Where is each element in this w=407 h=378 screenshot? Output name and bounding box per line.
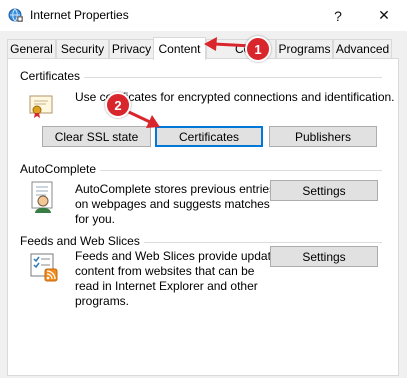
tab-label: Content: [158, 42, 201, 56]
tab-general[interactable]: General: [7, 39, 56, 58]
certificate-icon: [29, 95, 53, 118]
feeds-description: Feeds and Web Slices provide updated con…: [75, 249, 284, 309]
description-line: on webpages and suggests matches: [75, 197, 270, 211]
tab-programs[interactable]: Programs: [276, 39, 333, 58]
description-line: for you.: [75, 212, 116, 226]
tab-advanced[interactable]: Advanced: [333, 39, 392, 58]
autocomplete-group-label: AutoComplete: [20, 162, 101, 176]
annotation-badge-2: 2: [105, 92, 131, 118]
feeds-group-label: Feeds and Web Slices: [20, 234, 144, 248]
internet-options-icon: [8, 8, 23, 22]
description-line: content from websites that can be: [75, 264, 255, 278]
description-line: Feeds and Web Slices provide updated: [75, 249, 285, 263]
close-button[interactable]: ✕: [361, 0, 407, 31]
window-title: Internet Properties: [30, 8, 129, 22]
title-bar: Internet Properties ? ✕: [0, 0, 407, 31]
tab-label: Programs: [278, 42, 331, 56]
tab-label: Privacy: [111, 42, 152, 56]
feeds-settings-button[interactable]: Settings: [270, 246, 378, 267]
tab-security[interactable]: Security: [56, 39, 109, 58]
tab-content[interactable]: Content: [153, 37, 206, 60]
feeds-icon: [30, 253, 58, 282]
autocomplete-settings-button[interactable]: Settings: [270, 180, 378, 201]
autocomplete-icon: [31, 181, 53, 213]
certificates-group-label: Certificates: [20, 69, 85, 83]
close-icon: ✕: [378, 7, 390, 23]
autocomplete-description: AutoComplete stores previous entries on …: [75, 182, 275, 227]
certificates-button[interactable]: Certificates: [155, 126, 263, 147]
publishers-button[interactable]: Publishers: [269, 126, 377, 147]
description-line: AutoComplete stores previous entries: [75, 182, 276, 196]
annotation-badge-1: 1: [245, 36, 271, 62]
description-line: programs.: [75, 294, 130, 308]
tab-label: Advanced: [335, 42, 390, 56]
help-icon: ?: [334, 7, 342, 24]
tab-privacy[interactable]: Privacy: [109, 39, 154, 58]
tab-label: Security: [60, 42, 105, 56]
description-line: read in Internet Explorer and other: [75, 279, 258, 293]
tab-label: General: [10, 42, 53, 56]
help-button[interactable]: ?: [315, 0, 361, 31]
